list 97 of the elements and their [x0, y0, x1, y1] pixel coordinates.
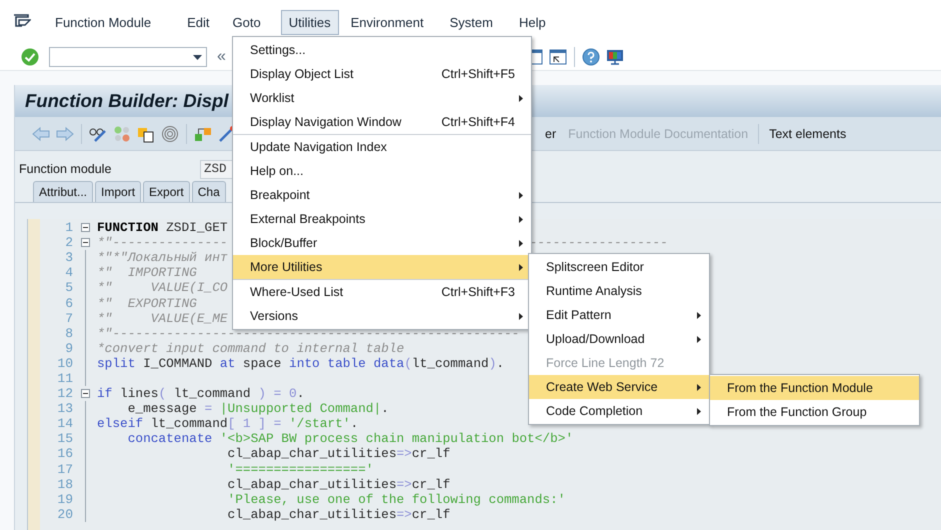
menu-item[interactable]: Breakpoint: [233, 183, 531, 207]
submenu-arrow-icon: [519, 240, 523, 246]
window-title: Function Builder: Displ: [25, 90, 228, 112]
code-line: cl_abap_char_utilities=>cr_lf: [226, 476, 450, 492]
code-line: e_message = |Unsupported Command|.: [126, 401, 389, 416]
code-line: cl_abap_char_utilities=>cr_lf: [226, 506, 450, 522]
menu-icon[interactable]: [13, 14, 31, 30]
line-number: 11: [56, 370, 73, 386]
line-number: 18: [56, 476, 73, 492]
monitor-icon[interactable]: [606, 48, 624, 66]
menu-item[interactable]: Edit Pattern: [529, 303, 709, 327]
shortcut-text: Ctrl+Shift+F4: [441, 115, 515, 129]
line-number: 8: [64, 326, 73, 341]
menu-item[interactable]: Display Object List Ctrl+Shift+F5: [233, 62, 531, 86]
toolbar-button[interactable]: Text elements: [763, 126, 852, 140]
line-number: 7: [64, 310, 73, 326]
line-number: 19: [56, 492, 73, 507]
menu-item[interactable]: External Breakpoints: [233, 207, 531, 231]
line-number: 16: [56, 446, 73, 462]
menu-item[interactable]: System: [442, 10, 501, 34]
code-line: split I_COMMAND at space into table data(lt_command).: [97, 356, 504, 371]
submenu-arrow-icon: [697, 336, 701, 342]
collapse-icon[interactable]: [80, 238, 90, 248]
line-number: 10: [56, 356, 73, 371]
tab[interactable]: Cha: [192, 181, 226, 202]
menu-item[interactable]: Settings...: [233, 38, 531, 62]
code-line: *"---------------: [97, 235, 228, 250]
submenu-arrow-icon: [697, 408, 701, 414]
line-number: 14: [56, 416, 73, 432]
menu-item[interactable]: Versions: [233, 304, 531, 328]
check-icon[interactable]: [21, 48, 39, 66]
submenu-arrow-icon: [697, 384, 701, 390]
menu-item[interactable]: Display Navigation Window Ctrl+Shift+F4: [233, 110, 531, 134]
code-line: *"*"Локальный инт: [97, 250, 228, 266]
line-number: 12: [56, 386, 73, 402]
tab[interactable]: Attribut...: [33, 181, 94, 202]
code-line: *" VALUE(E_ME: [97, 310, 228, 326]
tab[interactable]: Export: [143, 181, 190, 202]
submenu-arrow-icon: [519, 192, 523, 198]
line-number: 15: [56, 431, 73, 446]
line-number: 1: [64, 220, 73, 236]
code-line: *" IMPORTING: [97, 265, 197, 280]
line-number: 9: [64, 340, 73, 356]
submenu-arrow-icon: [519, 264, 523, 270]
code-line: 'Please, use one of the following commands:': [226, 492, 566, 507]
spiral-icon[interactable]: [161, 124, 179, 142]
line-number: 6: [64, 296, 73, 311]
submenu-arrow-icon: [697, 312, 701, 318]
menu-item[interactable]: From the Function Module: [710, 376, 919, 400]
line-number: 13: [56, 401, 73, 416]
line-number: 20: [56, 506, 73, 522]
menu-item[interactable]: Function Module: [47, 10, 160, 34]
menu-item[interactable]: Edit: [179, 10, 218, 34]
line-number: 3: [64, 250, 73, 266]
command-field[interactable]: [49, 47, 207, 67]
menu-item[interactable]: Code Completion: [529, 399, 709, 423]
line-number: 17: [56, 462, 73, 477]
toolbar-button[interactable]: er: [539, 126, 562, 140]
code-line: *" EXPORTING: [97, 296, 197, 311]
menu-item[interactable]: Environment: [342, 10, 432, 34]
menu-item[interactable]: Block/Buffer: [233, 231, 531, 255]
code-line: concatenate '<b>SAP BW process chain manipulation bot</b>': [126, 431, 574, 446]
field-label: Function module: [19, 162, 112, 176]
menu-item[interactable]: Splitscreen Editor: [529, 255, 709, 279]
line-number: 2: [64, 235, 73, 250]
submenu-arrow-icon: [519, 312, 523, 320]
code-line: FUNCTION ZSDI_GET: [97, 220, 228, 236]
code-line: ------------------: [530, 235, 668, 250]
menu-item[interactable]: Utilities: [280, 10, 339, 34]
code-line: *convert input command to internal table: [97, 340, 404, 356]
menu-item[interactable]: Help: [510, 10, 554, 34]
code-line: *" VALUE(I_CO: [97, 280, 228, 296]
menu-item[interactable]: More Utilities: [233, 255, 531, 279]
code-line: elseif lt_command[ 1 ] = '/start'.: [97, 416, 358, 432]
menu-item[interactable]: Runtime Analysis: [529, 279, 709, 303]
shortcut-text: Ctrl+Shift+F3: [441, 285, 515, 299]
menu-item[interactable]: Goto: [224, 10, 269, 34]
menu-item[interactable]: Update Navigation Index: [233, 134, 531, 159]
help-icon[interactable]: [582, 48, 600, 66]
submenu-arrow-icon: [519, 94, 523, 102]
code-line: if lines( lt_command ) = 0.: [97, 386, 304, 402]
tab[interactable]: Import: [95, 181, 142, 202]
collapse-icon[interactable]: [80, 389, 90, 398]
menu-item[interactable]: From the Function Group: [710, 400, 919, 424]
menu-item[interactable]: Worklist: [233, 86, 531, 110]
menu-item[interactable]: Upload/Download: [529, 327, 709, 351]
dropdown-icon[interactable]: [193, 54, 202, 60]
code-line: *"-----------------------------------------------------: [97, 326, 520, 341]
window-icon[interactable]: [549, 48, 567, 66]
collapse-icon[interactable]: [80, 223, 90, 232]
menu-item[interactable]: Create Web Service: [529, 375, 709, 399]
line-number: 4: [64, 265, 73, 280]
code-line: '=================': [226, 462, 374, 477]
line-number: 5: [64, 280, 73, 296]
code-line: cl_abap_char_utilities=>cr_lf: [226, 446, 450, 462]
submenu-arrow-icon: [519, 216, 523, 222]
shortcut-text: Ctrl+Shift+F5: [441, 67, 515, 81]
